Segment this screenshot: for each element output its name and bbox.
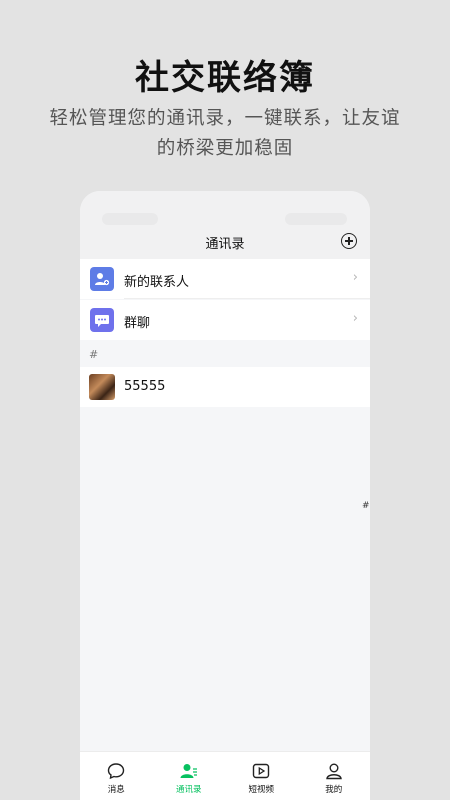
tab-label: 通讯录 (175, 785, 202, 795)
status-bar-indicators (285, 213, 347, 225)
group-chat-row[interactable]: 群聊 › (80, 300, 370, 340)
promo-title: 社交联络簿 (135, 58, 315, 98)
tab-label: 短视频 (248, 785, 274, 795)
new-contact-icon (90, 267, 114, 291)
page-title: 通讯录 (205, 237, 245, 252)
tab-messages[interactable]: 消息 (80, 752, 153, 800)
contacts-icon (180, 762, 198, 780)
tab-label: 我的 (325, 785, 343, 795)
promo-subtitle-line-2: 的桥梁更加稳固 (156, 138, 294, 159)
avatar (89, 374, 115, 400)
new-contacts-row[interactable]: 新的联系人 › (80, 259, 370, 299)
chat-bubble-icon (107, 762, 125, 780)
tab-me[interactable]: 我的 (298, 752, 371, 800)
status-bar-time (102, 213, 158, 225)
navbar: 通讯录 (80, 227, 370, 259)
index-bar-item[interactable]: # (362, 501, 370, 511)
tab-short-video[interactable]: 短视频 (225, 752, 298, 800)
promo-subtitle: 轻松管理您的通讯录，一键联系，让友谊 的桥梁更加稳固 (40, 104, 410, 164)
video-play-icon (252, 762, 270, 780)
group-chat-label: 群聊 (124, 316, 151, 331)
phone-screen: 通讯录 新的联系人 › 群聊 › # 55555 # 消息 通讯录 短视频 我的 (80, 191, 370, 800)
new-contacts-label: 新的联系人 (124, 275, 190, 290)
plus-circle-icon[interactable] (341, 233, 357, 249)
tab-contacts[interactable]: 通讯录 (153, 752, 226, 800)
person-icon (325, 762, 343, 780)
tab-label: 消息 (107, 785, 125, 795)
section-header: # (89, 348, 99, 361)
chevron-right-icon: › (352, 311, 358, 326)
row-divider (124, 298, 370, 299)
contact-name: 55555 (124, 379, 166, 394)
contact-row[interactable]: 55555 (80, 367, 370, 407)
status-bar (80, 191, 370, 227)
promo-subtitle-line-1: 轻松管理您的通讯录，一键联系，让友谊 (49, 108, 401, 129)
tab-bar: 消息 通讯录 短视频 我的 (80, 751, 370, 800)
chevron-right-icon: › (352, 270, 358, 285)
group-chat-icon (90, 308, 114, 332)
